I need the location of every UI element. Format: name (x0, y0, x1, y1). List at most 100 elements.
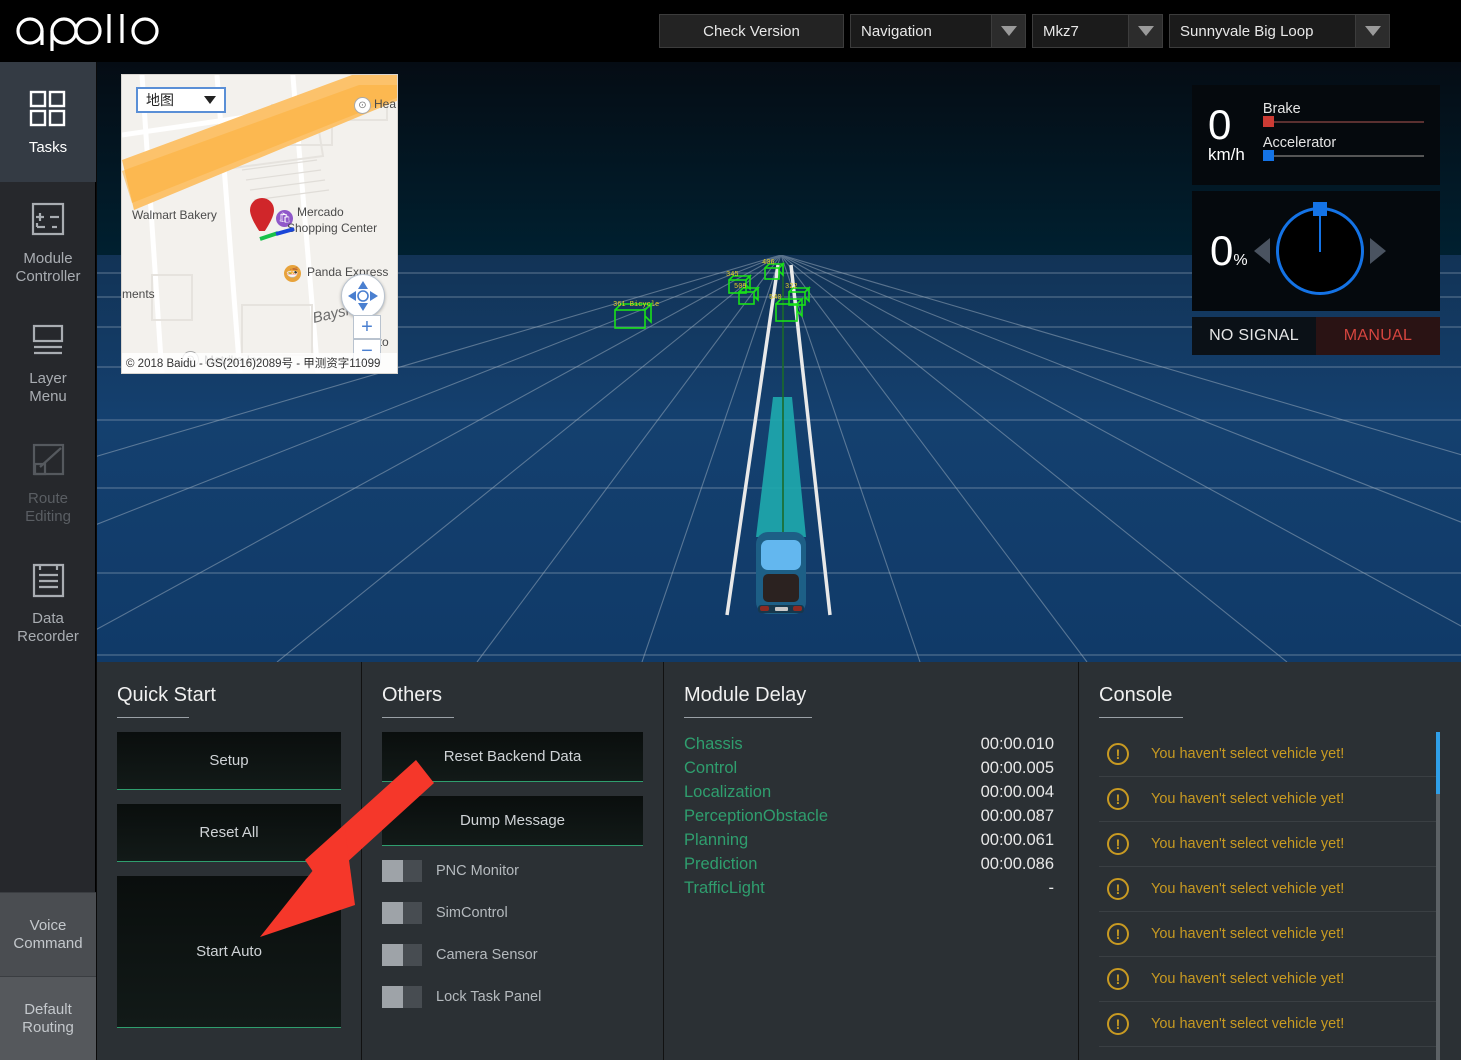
console-panel: Console ! You haven't select vehicle yet… (1079, 662, 1460, 1060)
chevron-down-icon[interactable] (1355, 15, 1389, 47)
brake-label: Brake (1263, 101, 1424, 117)
console-message: You haven't select vehicle yet! (1151, 926, 1344, 942)
voice-command-button[interactable]: Voice Command (0, 892, 96, 976)
check-version-button[interactable]: Check Version (659, 14, 844, 48)
warning-icon: ! (1107, 743, 1129, 765)
quick-start-panel: Quick Start Setup Reset All Start Auto (97, 662, 362, 1060)
ego-vehicle (756, 532, 806, 614)
zoom-in-button[interactable]: + (353, 315, 381, 339)
vehicle-marker-icon (249, 197, 275, 231)
map-pan-control[interactable] (341, 274, 385, 318)
turn-left-icon (1254, 238, 1270, 264)
divider (1099, 717, 1183, 718)
reset-all-button[interactable]: Reset All (117, 804, 341, 862)
route-editing-icon (25, 439, 71, 483)
console-scrollbar-track[interactable] (1436, 732, 1440, 1060)
list-item: ! You haven't select vehicle yet! (1099, 777, 1440, 822)
steering-readout: 0% (1210, 231, 1248, 271)
toggle-pnc-monitor[interactable]: PNC Monitor (382, 860, 643, 882)
obstacle-labels: 361 Bicycle 345 509 406 540 322 (613, 259, 798, 309)
warning-icon: ! (1107, 833, 1129, 855)
default-routing-label-line1: Default (24, 1001, 72, 1018)
sidebar: Tasks ModuleController (0, 62, 96, 1060)
toggle-switch[interactable] (382, 860, 422, 882)
sidebar-item-module-controller[interactable]: ModuleController (0, 182, 96, 302)
map-type-value: 地图 (146, 90, 174, 110)
sidebar-item-layer-menu[interactable]: LayerMenu (0, 302, 96, 422)
module-name: Control (684, 759, 737, 778)
sidebar-item-tasks[interactable]: Tasks (0, 62, 96, 182)
setup-button[interactable]: Setup (117, 732, 341, 790)
vehicle-heading-icon (258, 227, 298, 243)
sidebar-item-label: Tasks (29, 139, 67, 157)
bottom-panels: Quick Start Setup Reset All Start Auto O… (97, 662, 1461, 1060)
brake-knob (1263, 116, 1274, 127)
warning-icon: ! (1107, 1013, 1129, 1035)
table-row: Control 00:00.005 (684, 756, 1058, 780)
list-item: ! You haven't select vehicle yet! (1099, 867, 1440, 912)
map-label: ments (122, 287, 155, 301)
warning-icon: ! (1107, 968, 1129, 990)
console-scrollbar-thumb[interactable] (1436, 732, 1440, 794)
voice-command-label-line2: Command (13, 935, 82, 952)
vehicle-status-panels: 0 km/h Brake Accelerator 0% (1192, 85, 1440, 355)
accelerator-knob (1263, 150, 1274, 161)
speed-panel: 0 km/h Brake Accelerator (1192, 85, 1440, 185)
sidebar-item-label: ModuleController (15, 250, 80, 286)
accelerator-track (1263, 155, 1424, 157)
map-label: Shopping Center (287, 221, 377, 235)
start-auto-button[interactable]: Start Auto (117, 876, 341, 1028)
toggle-lock-task-panel[interactable]: Lock Task Panel (382, 986, 643, 1008)
navigation-mode-select[interactable]: Navigation (850, 14, 1026, 48)
warning-icon: ! (1107, 788, 1129, 810)
table-row: TrafficLight - (684, 876, 1058, 900)
svg-text:361 Bicycle: 361 Bicycle (613, 301, 659, 309)
toggle-camera-sensor[interactable]: Camera Sensor (382, 944, 643, 966)
console-message: You haven't select vehicle yet! (1151, 881, 1344, 897)
console-message: You haven't select vehicle yet! (1151, 1016, 1344, 1032)
map-label: Walmart Bakery (132, 208, 217, 222)
toggle-switch[interactable] (382, 986, 422, 1008)
poi-icon: ⊙ (354, 97, 371, 114)
toggle-switch[interactable] (382, 902, 422, 924)
brake-track (1263, 121, 1424, 123)
vehicle-value: Mkz7 (1033, 15, 1128, 47)
toggle-simcontrol[interactable]: SimControl (382, 902, 643, 924)
sidebar-item-data-recorder[interactable]: DataRecorder (0, 542, 96, 662)
vehicle-select[interactable]: Mkz7 (1032, 14, 1163, 48)
default-routing-button[interactable]: Default Routing (0, 976, 96, 1060)
module-delay-panel: Module Delay Chassis 00:00.010 Control 0… (664, 662, 1079, 1060)
voice-command-label-line1: Voice (30, 917, 67, 934)
others-title: Others (382, 684, 643, 707)
module-name: Prediction (684, 855, 757, 874)
module-name: Localization (684, 783, 771, 802)
map-copyright: © 2018 Baidu - GS(2016)2089号 - 甲测资字11099 (122, 353, 397, 373)
mini-map[interactable]: Walmart Bakery ☕ 🛍 Mercado Shopping Cent… (121, 74, 398, 374)
sidebar-item-label: RouteEditing (25, 490, 71, 526)
chevron-down-icon[interactable] (1128, 15, 1162, 47)
map-type-select[interactable]: 地图 (136, 87, 226, 113)
map-select[interactable]: Sunnyvale Big Loop (1169, 14, 1390, 48)
default-routing-label-line2: Routing (22, 1019, 74, 1036)
sidebar-bottom-actions: Voice Command Default Routing (0, 892, 96, 1060)
steering-wheel-icon (1276, 207, 1364, 295)
dump-message-button[interactable]: Dump Message (382, 796, 643, 846)
chevron-down-icon[interactable] (991, 15, 1025, 47)
sidebar-item-route-editing[interactable]: RouteEditing (0, 422, 96, 542)
accelerator-label: Accelerator (1263, 135, 1424, 151)
divider (382, 717, 454, 718)
grid-icon (25, 88, 71, 132)
apollo-logo (12, 8, 172, 54)
toggle-switch[interactable] (382, 944, 422, 966)
signal-status-badge: NO SIGNAL (1192, 317, 1316, 355)
table-row: Chassis 00:00.010 (684, 732, 1058, 756)
svg-text:406: 406 (762, 259, 775, 267)
warning-icon: ! (1107, 923, 1129, 945)
map-label: Mercado (297, 205, 344, 219)
module-delay-value: 00:00.010 (981, 735, 1054, 754)
speed-readout: 0 km/h (1208, 105, 1245, 165)
module-name: Chassis (684, 735, 743, 754)
reset-backend-data-button[interactable]: Reset Backend Data (382, 732, 643, 782)
console-message-list[interactable]: ! You haven't select vehicle yet! ! You … (1099, 732, 1440, 1060)
table-row: Prediction 00:00.086 (684, 852, 1058, 876)
